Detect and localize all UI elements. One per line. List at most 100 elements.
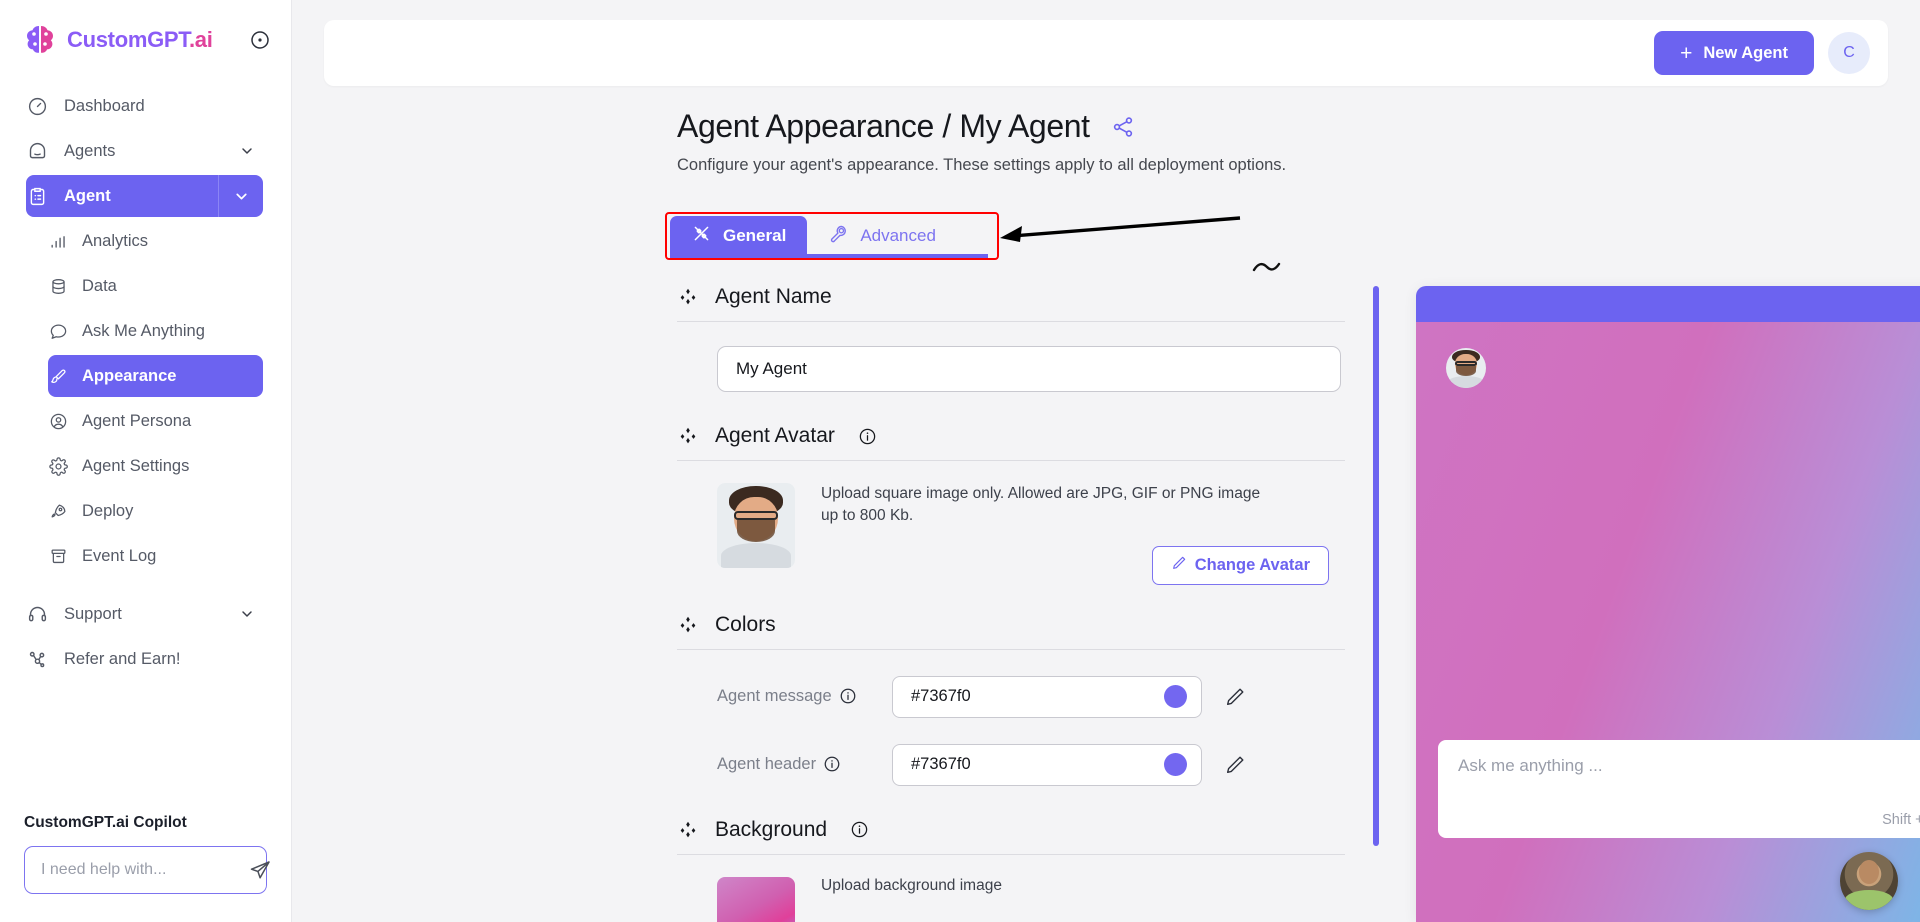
section-header-agent-name: Agent Name xyxy=(677,275,1367,309)
support-chat-fab[interactable] xyxy=(1840,852,1898,910)
brand-text: CustomGPT.ai xyxy=(67,27,213,53)
chat-preview-avatar xyxy=(1446,348,1486,388)
tab-advanced[interactable]: Advanced xyxy=(807,216,957,256)
diamond-cluster-icon xyxy=(677,614,699,636)
copilot-title: CustomGPT.ai Copilot xyxy=(24,814,267,832)
brand-name-primary: CustomGPT xyxy=(67,27,189,52)
gear-icon xyxy=(48,455,68,477)
sidebar-item-label: Agent Persona xyxy=(82,412,191,431)
section-divider xyxy=(677,649,1345,650)
sidebar-item-refer-and-earn[interactable]: Refer and Earn! xyxy=(26,638,263,680)
chat-input-placeholder: Ask me anything ... xyxy=(1458,756,1920,776)
tab-label: Advanced xyxy=(860,226,936,246)
sidebar-item-ask-me-anything[interactable]: Ask Me Anything xyxy=(48,310,263,352)
wrench-icon xyxy=(828,223,849,249)
copilot-panel: CustomGPT.ai Copilot xyxy=(0,814,291,922)
section-divider xyxy=(677,854,1345,855)
diamond-cluster-icon xyxy=(677,425,699,447)
sidebar-agent-expand-button[interactable] xyxy=(218,175,263,217)
color-label-wrapper: Agent header xyxy=(717,755,892,774)
sidebar: CustomGPT.ai Dashboard Agents xyxy=(0,0,292,922)
diamond-cluster-icon xyxy=(677,819,699,841)
tab-label: General xyxy=(723,226,786,246)
copilot-input-wrapper[interactable] xyxy=(24,846,267,894)
settings-form: Agent Name Agent Avatar Upload squa xyxy=(677,275,1367,922)
analytics-icon xyxy=(48,230,68,252)
share-icon[interactable] xyxy=(1110,114,1136,140)
sidebar-item-appearance[interactable]: Appearance xyxy=(48,355,263,397)
page-header: Agent Appearance / My Agent Configure yo… xyxy=(292,86,1920,175)
edit-agent-message-color-icon[interactable] xyxy=(1224,686,1246,708)
sidebar-item-analytics[interactable]: Analytics xyxy=(48,220,263,262)
chat-preview-body: Ask me anything ... Shift + Enter to add… xyxy=(1416,322,1920,922)
sidebar-item-label: Ask Me Anything xyxy=(82,322,205,341)
color-label: Agent message xyxy=(717,687,832,706)
form-scrollbar[interactable] xyxy=(1373,286,1379,846)
change-avatar-label: Change Avatar xyxy=(1195,556,1310,575)
section-title: Agent Avatar xyxy=(715,424,835,448)
brand-name-suffix: .ai xyxy=(189,27,213,52)
dashboard-icon xyxy=(26,95,48,117)
user-circle-icon xyxy=(48,410,68,432)
sidebar-item-label: Event Log xyxy=(82,547,156,566)
database-icon xyxy=(48,275,68,297)
user-avatar[interactable]: C xyxy=(1828,32,1870,74)
sidebar-item-dashboard[interactable]: Dashboard xyxy=(26,85,263,127)
chevron-down-icon[interactable] xyxy=(239,606,255,622)
nav-divider xyxy=(0,580,291,590)
chevron-down-icon[interactable] xyxy=(239,143,255,159)
sidebar-item-agents[interactable]: Agents xyxy=(26,130,263,172)
tab-general[interactable]: General xyxy=(670,216,807,256)
agent-message-color-swatch[interactable] xyxy=(1164,685,1187,708)
headset-icon xyxy=(26,603,48,625)
agent-name-input[interactable] xyxy=(717,346,1341,392)
chat-preview-input[interactable]: Ask me anything ... Shift + Enter to add… xyxy=(1438,740,1920,838)
edit-agent-header-color-icon[interactable] xyxy=(1224,754,1246,776)
copilot-input[interactable] xyxy=(41,861,248,879)
send-icon[interactable] xyxy=(248,858,272,882)
page-title-row: Agent Appearance / My Agent xyxy=(677,108,1920,145)
color-label-wrapper: Agent message xyxy=(717,687,892,706)
new-agent-button[interactable]: + New Agent xyxy=(1654,31,1814,75)
rocket-icon xyxy=(48,500,68,522)
new-agent-label: New Agent xyxy=(1703,44,1788,63)
background-note: Upload background image xyxy=(821,877,1367,895)
info-icon[interactable] xyxy=(823,755,842,774)
change-avatar-button[interactable]: Change Avatar xyxy=(1152,546,1329,585)
info-icon[interactable] xyxy=(850,820,869,839)
sidebar-item-agent[interactable]: Agent xyxy=(26,175,218,217)
main-nav: Dashboard Agents Agent xyxy=(0,74,291,683)
sidebar-item-deploy[interactable]: Deploy xyxy=(48,490,263,532)
collapse-sidebar-icon[interactable] xyxy=(248,28,272,52)
plus-icon: + xyxy=(1680,43,1692,64)
info-icon[interactable] xyxy=(839,687,858,706)
tab-bar: General Advanced xyxy=(670,216,957,256)
main-content: + New Agent C Agent Appearance / My Agen… xyxy=(292,0,1920,922)
share-nodes-icon xyxy=(26,648,48,670)
sidebar-item-data[interactable]: Data xyxy=(48,265,263,307)
section-header-background: Background xyxy=(677,808,1367,842)
section-title: Agent Name xyxy=(715,285,832,309)
sidebar-item-label: Agent Settings xyxy=(82,457,189,476)
sidebar-item-event-log[interactable]: Event Log xyxy=(48,535,263,577)
agent-header-color-field[interactable]: #7367f0 xyxy=(892,744,1202,786)
section-title: Background xyxy=(715,818,827,842)
background-thumbnail xyxy=(717,877,795,922)
sidebar-item-label: Appearance xyxy=(82,367,176,386)
page-title: Agent Appearance / My Agent xyxy=(677,108,1090,145)
agent-message-color-field[interactable]: #7367f0 xyxy=(892,676,1202,718)
agent-avatar-note: Upload square image only. Allowed are JP… xyxy=(821,483,1276,528)
section-divider xyxy=(677,321,1345,322)
sidebar-item-label: Analytics xyxy=(82,232,148,251)
sidebar-item-agent-settings[interactable]: Agent Settings xyxy=(48,445,263,487)
section-divider xyxy=(677,460,1345,461)
color-row-agent-header: Agent header #7367f0 xyxy=(717,744,1367,786)
sidebar-item-agent-persona[interactable]: Agent Persona xyxy=(48,400,263,442)
sidebar-item-support[interactable]: Support xyxy=(26,593,263,635)
customgpt-logo-icon xyxy=(22,22,58,58)
info-icon[interactable] xyxy=(858,427,877,446)
diamond-cluster-icon xyxy=(677,286,699,308)
agent-header-color-swatch[interactable] xyxy=(1164,753,1187,776)
avatar-initial: C xyxy=(1843,44,1855,62)
agent-header-color-value: #7367f0 xyxy=(911,755,971,774)
